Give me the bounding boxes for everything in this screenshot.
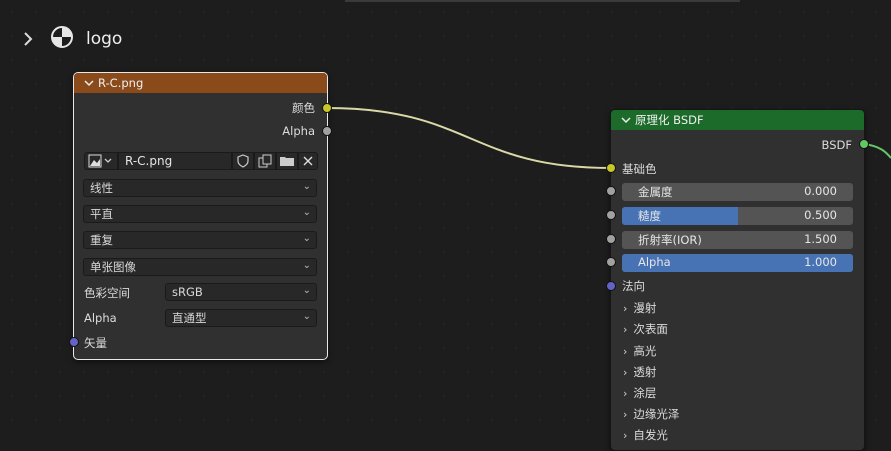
panel-transmission[interactable]: › 透射 <box>623 364 656 380</box>
open-image-button[interactable] <box>276 152 298 170</box>
collapse-chevron-icon[interactable] <box>621 115 631 125</box>
collapse-chevron-icon[interactable] <box>84 78 94 88</box>
socket-vector-in[interactable] <box>69 337 79 347</box>
chevron-right-icon: › <box>623 407 628 421</box>
image-node-title: R-C.png <box>98 76 144 90</box>
chevron-right-icon: › <box>623 301 628 315</box>
socket-roughness-in[interactable] <box>606 210 616 220</box>
image-icon <box>88 154 112 168</box>
chevron-right-icon: › <box>623 365 628 379</box>
unlink-image-button[interactable] <box>298 152 318 170</box>
chevron-down-icon: ⌄ <box>302 181 311 192</box>
roughness-slider[interactable]: 糙度 0.500 <box>622 207 853 225</box>
bsdf-node-header[interactable]: 原理化 BSDF <box>611 110 864 130</box>
image-browse-button[interactable] <box>84 152 118 170</box>
image-texture-node[interactable]: R-C.png 颜色 Alpha R-C.png 线性 ⌄ 平直 ⌄ 重复 ⌄ 单张图… <box>73 72 328 360</box>
chevron-down-icon: ⌄ <box>302 311 311 322</box>
chevron-down-icon: ⌄ <box>302 207 311 218</box>
alpha-mode-dropdown[interactable]: 直通型 ⌄ <box>165 309 317 327</box>
output-alpha: Alpha <box>282 124 315 138</box>
vector-input-label: 矢量 <box>84 336 107 350</box>
panel-specular[interactable]: › 高光 <box>623 343 656 359</box>
principled-bsdf-node[interactable]: 原理化 BSDF BSDF 基础色 金属度 0.000 糙度 0.500 折射率… <box>610 109 865 451</box>
socket-color-out[interactable] <box>322 103 332 113</box>
panel-sheen[interactable]: › 边缘光泽 <box>623 406 679 422</box>
chevron-right-icon: › <box>623 428 628 442</box>
color-space-dropdown[interactable]: sRGB ⌄ <box>165 283 317 301</box>
chevron-down-icon: ⌄ <box>302 285 311 296</box>
chevron-down-icon: ⌄ <box>302 233 311 244</box>
socket-metallic-in[interactable] <box>606 186 616 196</box>
socket-bsdf-out[interactable] <box>859 139 869 149</box>
panel-subsurface[interactable]: › 次表面 <box>623 321 668 337</box>
image-name-field[interactable]: R-C.png <box>118 152 232 170</box>
chevron-right-icon: › <box>623 386 628 400</box>
chevron-right-icon: › <box>623 322 628 336</box>
alpha-slider[interactable]: Alpha 1.000 <box>622 254 853 272</box>
extension-dropdown[interactable]: 重复 ⌄ <box>83 231 317 249</box>
metallic-slider[interactable]: 金属度 0.000 <box>622 183 853 201</box>
panel-coat[interactable]: › 涂层 <box>623 385 656 401</box>
close-icon <box>303 156 313 166</box>
image-selector: R-C.png <box>84 151 318 171</box>
output-bsdf: BSDF <box>821 138 852 152</box>
base-color-label: 基础色 <box>622 162 657 176</box>
duplicate-icon <box>258 154 272 168</box>
panel-diffuse[interactable]: › 漫射 <box>623 300 656 316</box>
socket-alpha-in[interactable] <box>606 257 616 267</box>
panel-emission[interactable]: › 自发光 <box>623 427 668 443</box>
socket-base-color-in[interactable] <box>606 163 616 173</box>
link-color-to-basecolor <box>326 107 611 169</box>
chevron-right-icon: › <box>623 344 628 358</box>
image-node-header[interactable]: R-C.png <box>74 73 327 93</box>
duplicate-image-button[interactable] <box>254 152 276 170</box>
interpolation-dropdown[interactable]: 线性 ⌄ <box>83 179 317 197</box>
chevron-down-icon: ⌄ <box>302 260 311 271</box>
projection-dropdown[interactable]: 平直 ⌄ <box>83 205 317 223</box>
ior-slider[interactable]: 折射率(IOR) 1.500 <box>622 231 853 249</box>
normal-label: 法向 <box>622 279 645 293</box>
bsdf-node-title: 原理化 BSDF <box>635 113 704 127</box>
output-color: 颜色 <box>292 101 315 115</box>
color-space-label: 色彩空间 <box>84 286 130 300</box>
source-dropdown[interactable]: 单张图像 ⌄ <box>83 258 317 276</box>
folder-icon <box>280 157 294 166</box>
fake-user-button[interactable] <box>232 152 254 170</box>
socket-alpha-out[interactable] <box>322 126 332 136</box>
shield-icon <box>237 154 249 168</box>
socket-ior-in[interactable] <box>606 234 616 244</box>
alpha-mode-label: Alpha <box>84 311 117 325</box>
socket-normal-in[interactable] <box>606 281 616 291</box>
